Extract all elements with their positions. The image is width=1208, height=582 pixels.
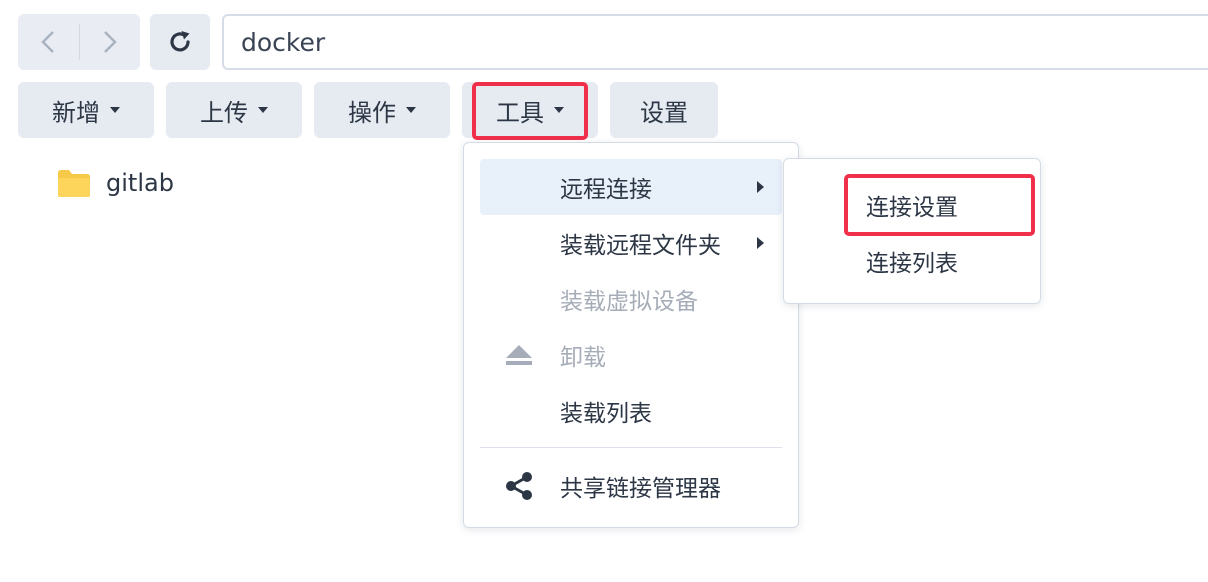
refresh-icon xyxy=(170,31,190,52)
menu-divider xyxy=(480,447,782,448)
folder-icon xyxy=(58,170,90,197)
action-button-label: 操作 xyxy=(348,98,396,127)
menu-item-mount-virtual-drive: 装载虚拟设备 xyxy=(480,271,782,327)
caret-down-icon xyxy=(554,107,564,113)
file-list: gitlab xyxy=(56,160,174,206)
menu-item-share-link-manager[interactable]: 共享链接管理器 xyxy=(480,458,782,514)
submenu-item-label: 连接列表 xyxy=(866,251,958,277)
nav-button-group xyxy=(18,14,140,70)
tools-button-label: 工具 xyxy=(496,98,544,127)
chevron-right-icon xyxy=(757,237,764,249)
create-button[interactable]: 新增 xyxy=(18,82,154,138)
caret-down-icon xyxy=(406,107,416,113)
create-button-label: 新增 xyxy=(52,98,100,127)
chevron-left-icon xyxy=(41,31,55,53)
menu-item-label: 远程连接 xyxy=(560,177,652,203)
menu-item-label: 卸载 xyxy=(560,345,606,371)
file-name: gitlab xyxy=(106,169,174,197)
share-icon xyxy=(504,471,534,501)
chevron-right-icon xyxy=(103,31,117,53)
menu-item-unmount: 卸载 xyxy=(480,327,782,383)
forward-button[interactable] xyxy=(80,14,141,70)
settings-button[interactable]: 设置 xyxy=(610,82,718,138)
path-text: docker xyxy=(241,27,326,57)
tools-menu: 远程连接 装载远程文件夹 装载虚拟设备 卸载 装载列表 共享链接管理器 xyxy=(463,142,799,528)
menu-item-label: 装载远程文件夹 xyxy=(560,233,721,259)
back-button[interactable] xyxy=(18,14,79,70)
action-button[interactable]: 操作 xyxy=(314,82,450,138)
menu-item-mount-remote-folder[interactable]: 装载远程文件夹 xyxy=(480,215,782,271)
caret-down-icon xyxy=(110,107,120,113)
submenu-item-connection-list[interactable]: 连接列表 xyxy=(784,233,1040,289)
menu-item-label: 装载虚拟设备 xyxy=(560,289,698,315)
menu-item-label: 共享链接管理器 xyxy=(560,476,721,502)
menu-item-remote-connection[interactable]: 远程连接 xyxy=(480,159,782,215)
submenu-item-connection-settings[interactable]: 连接设置 xyxy=(784,177,1040,233)
list-item[interactable]: gitlab xyxy=(56,160,174,206)
caret-down-icon xyxy=(258,107,268,113)
chevron-right-icon xyxy=(757,181,764,193)
menu-item-label: 装载列表 xyxy=(560,401,652,427)
upload-button-label: 上传 xyxy=(200,98,248,127)
refresh-button[interactable] xyxy=(150,14,210,70)
settings-button-label: 设置 xyxy=(640,98,688,127)
menu-item-mount-list[interactable]: 装载列表 xyxy=(480,383,782,439)
eject-icon xyxy=(504,340,534,370)
tools-button[interactable]: 工具 xyxy=(462,82,598,138)
path-input[interactable]: docker xyxy=(222,14,1208,70)
remote-connection-submenu: 连接设置 连接列表 xyxy=(783,158,1041,304)
submenu-item-label: 连接设置 xyxy=(866,195,958,221)
upload-button[interactable]: 上传 xyxy=(166,82,302,138)
